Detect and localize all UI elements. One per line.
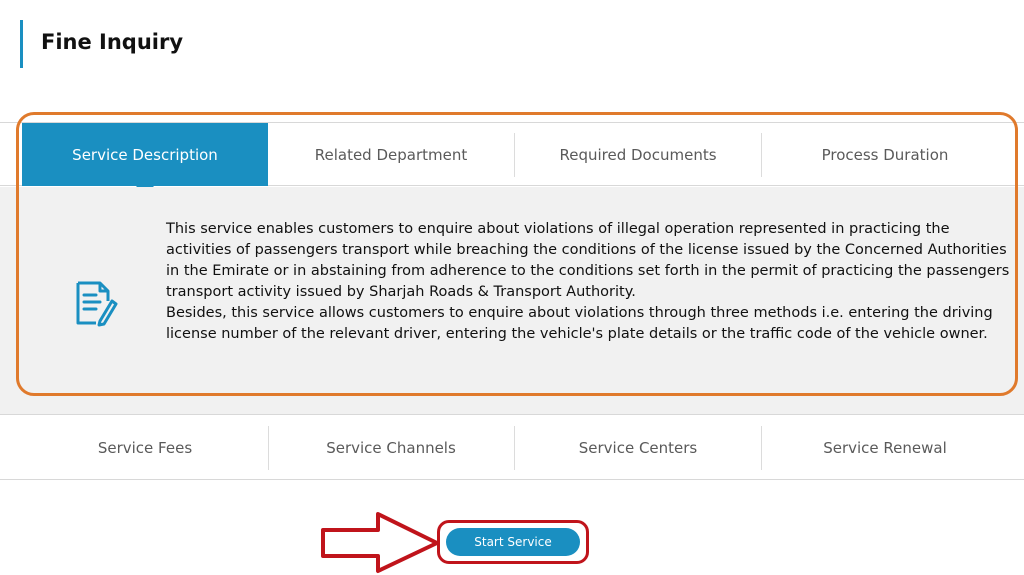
document-edit-icon xyxy=(76,281,118,327)
description-paragraph: Besides, this service allows customers t… xyxy=(166,305,993,342)
start-service-button[interactable]: Start Service xyxy=(446,528,580,556)
tab-required-documents[interactable]: Required Documents xyxy=(515,123,761,186)
tab-process-duration[interactable]: Process Duration xyxy=(762,123,1008,186)
page-title: Fine Inquiry xyxy=(41,30,184,54)
service-extra-tabs: Service Fees Service Channels Service Ce… xyxy=(0,416,1024,480)
arrow-right-icon xyxy=(321,512,439,573)
tab-service-renewal[interactable]: Service Renewal xyxy=(762,416,1008,479)
tab-related-department[interactable]: Related Department xyxy=(268,123,514,186)
service-info-tabs: Service Description Related Department R… xyxy=(0,122,1024,195)
description-paragraph: This service enables customers to enquir… xyxy=(166,221,1010,300)
service-description-text: This service enables customers to enquir… xyxy=(166,219,1014,345)
start-service-highlight: Start Service xyxy=(437,520,589,564)
tab-service-centers[interactable]: Service Centers xyxy=(515,416,761,479)
tab-service-channels[interactable]: Service Channels xyxy=(268,416,514,479)
tab-service-fees[interactable]: Service Fees xyxy=(22,416,268,479)
page-title-bar: Fine Inquiry xyxy=(20,20,183,68)
tab-service-description[interactable]: Service Description xyxy=(22,123,268,195)
service-description-panel: This service enables customers to enquir… xyxy=(0,187,1024,415)
